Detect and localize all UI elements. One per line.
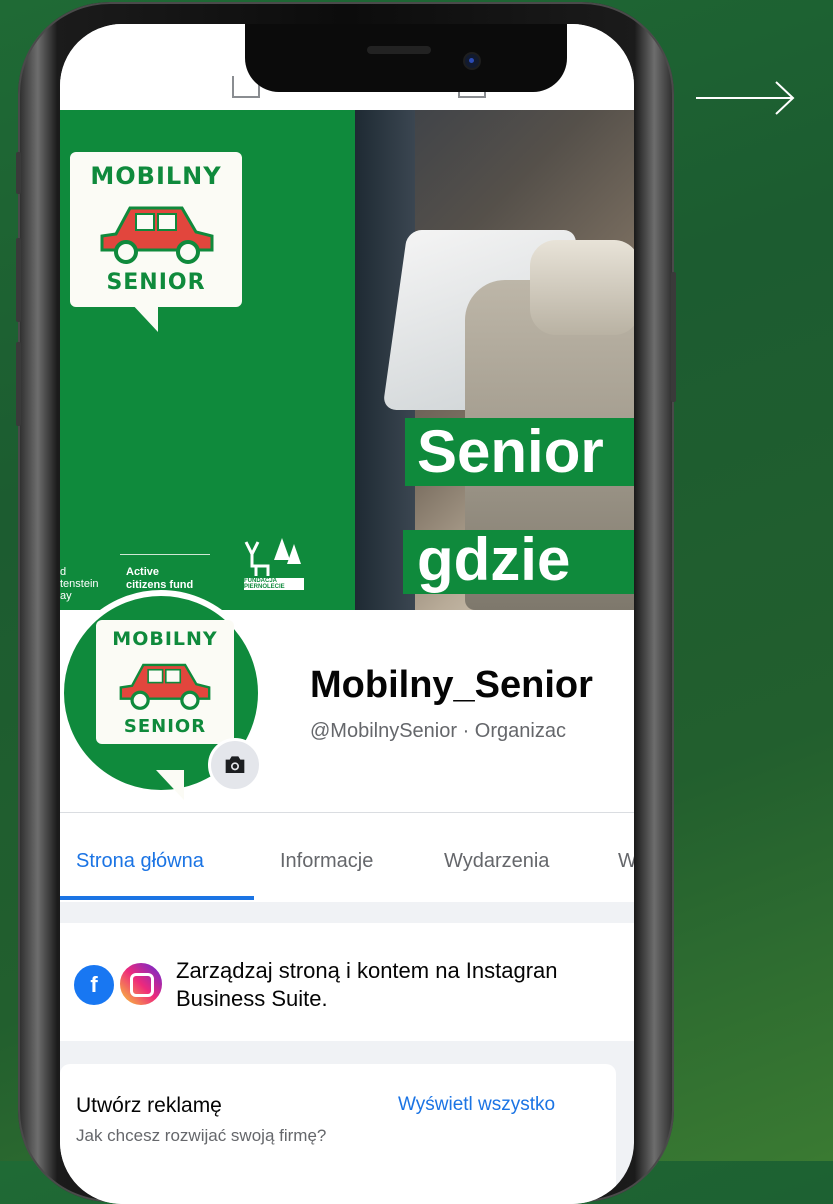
business-suite-text: Zarządzaj stroną i kontem na Instagran B… [176, 957, 558, 1013]
camera-icon [225, 756, 245, 773]
arrow-right-icon[interactable] [694, 78, 798, 118]
phone-frame: MOBILNY SENIOR d tenstein ay Active citi… [16, 2, 676, 1204]
create-ad-title: Utwórz reklamę [76, 1094, 222, 1117]
phone-screen: MOBILNY SENIOR d tenstein ay Active citi… [60, 24, 634, 1204]
logo-text-senior: SENIOR [106, 270, 206, 295]
create-ad-card: Utwórz reklamę Wyświetl wszystko Jak chc… [60, 1064, 616, 1204]
slogan-line-1: Senior [405, 418, 634, 486]
car-icon [100, 206, 214, 264]
change-photo-button[interactable] [208, 738, 262, 792]
tab-more[interactable]: W [618, 850, 634, 873]
business-suite-banner[interactable]: f Zarządzaj stroną i kontem na Instagran… [60, 923, 634, 1041]
create-ad-subtitle: Jak chcesz rozwijać swoją firmę? [76, 1126, 327, 1145]
car-headrest [530, 240, 634, 335]
cover-green-panel: MOBILNY SENIOR d tenstein ay Active citi… [60, 110, 355, 610]
mute-switch [16, 152, 21, 194]
cover-photo[interactable]: MOBILNY SENIOR d tenstein ay Active citi… [60, 110, 634, 610]
avatar-car-icon [119, 663, 211, 710]
front-camera [465, 54, 479, 68]
power-button [671, 272, 676, 402]
page-handle: @MobilnySenior · Organizac [310, 720, 566, 742]
sponsor-active: Active [126, 566, 160, 578]
foundation-name: FUNDACJA PIERNOLECIE [244, 578, 285, 590]
tab-about[interactable]: Informacje [280, 850, 373, 873]
tab-events[interactable]: Wydarzenia [444, 850, 549, 873]
avatar-logo-text-senior: SENIOR [123, 716, 207, 737]
page-name: Mobilny_Senior [310, 664, 593, 706]
sponsor-strip: d tenstein ay Active citizens fund FUNDA… [60, 526, 355, 610]
see-all-link[interactable]: Wyświetl wszystko [398, 1094, 555, 1116]
avatar-logo: MOBILNY SENIOR [96, 620, 234, 800]
page-tabs: Strona główna Informacje Wydarzenia W [60, 816, 634, 902]
tab-home[interactable]: Strona główna [76, 850, 204, 873]
sponsor-left-text: d tenstein ay [60, 566, 99, 602]
speaker [367, 46, 431, 54]
business-suite-line-1: Zarządzaj stroną i kontem na Instagran [176, 958, 558, 983]
instagram-icon [118, 961, 164, 1007]
cover-car-photo: Senior gdzie [355, 110, 634, 610]
volume-up-button [16, 238, 21, 322]
profile-header: MOBILNY SENIOR Mobilny_Senior @MobilnySe… [60, 590, 634, 836]
sponsor-divider [120, 554, 210, 555]
mobilny-senior-logo: MOBILNY SENIOR [70, 152, 242, 332]
slogan-line-2: gdzie [403, 530, 634, 594]
active-tab-indicator [60, 896, 254, 900]
active-citizens-fund-logo: Active citizens fund [126, 566, 193, 592]
facebook-icon: f [72, 963, 116, 1007]
avatar-logo-text-mobilny: MOBILNY [112, 628, 218, 650]
volume-down-button [16, 342, 21, 426]
notch [245, 24, 567, 92]
logo-text-mobilny: MOBILNY [90, 162, 222, 190]
business-suite-line-2: Business Suite. [176, 986, 328, 1011]
profile-divider [60, 812, 634, 813]
